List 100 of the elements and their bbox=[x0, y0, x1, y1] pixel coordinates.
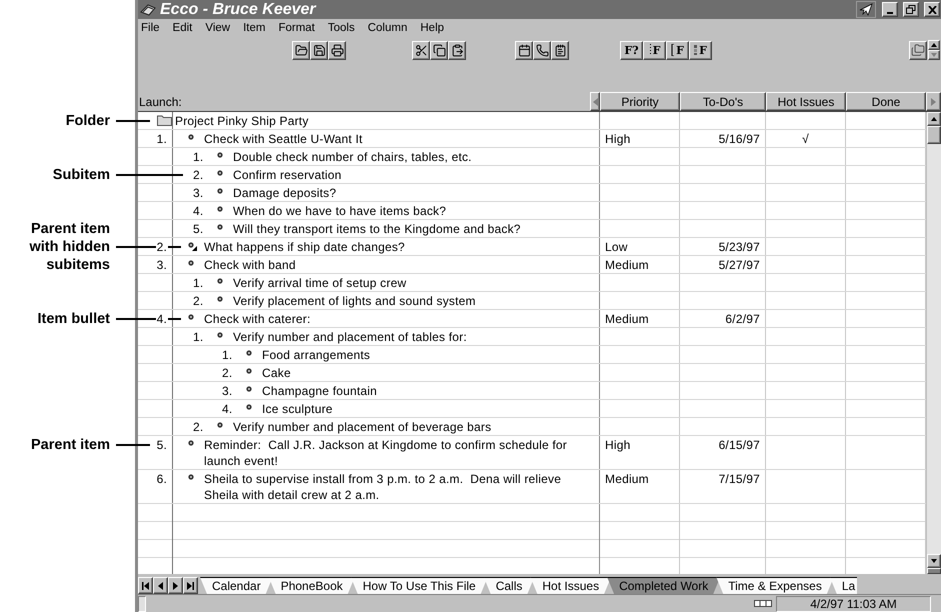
save-icon[interactable] bbox=[310, 40, 328, 60]
filter-button[interactable]: F bbox=[643, 40, 666, 60]
item-number: 1. bbox=[193, 329, 204, 345]
first-tab-button[interactable] bbox=[138, 577, 153, 594]
folders-icon[interactable] bbox=[909, 40, 927, 60]
triangle-up-icon bbox=[931, 117, 937, 121]
callout-label: Parent item bbox=[30, 436, 110, 454]
item-text[interactable]: Champagne fountain bbox=[262, 383, 592, 399]
priority-text: Low bbox=[605, 240, 628, 254]
item-number: 1. bbox=[222, 347, 234, 363]
send-button[interactable] bbox=[856, 1, 876, 18]
printer-icon[interactable] bbox=[328, 40, 346, 60]
triangle-left-icon bbox=[158, 582, 163, 590]
sheet-tab[interactable]: Completed Work bbox=[607, 577, 720, 594]
item-text[interactable]: Confirm reservation bbox=[233, 167, 592, 183]
column-header[interactable]: Priority bbox=[600, 92, 680, 111]
item-text[interactable]: What happens if ship date changes? bbox=[204, 239, 592, 255]
restore-button[interactable] bbox=[903, 2, 919, 17]
scroll-up-button[interactable] bbox=[927, 112, 941, 126]
spin-down-button[interactable] bbox=[928, 50, 940, 60]
menu-item[interactable]: Help bbox=[419, 22, 446, 34]
item-text[interactable]: Check with band bbox=[204, 257, 592, 273]
item-text[interactable]: Reminder: Call J.R. Jackson at Kingdome to confirm schedule for launch event! bbox=[204, 437, 592, 469]
priority-text: High bbox=[605, 438, 630, 452]
close-button[interactable] bbox=[924, 2, 940, 17]
previous-tab-button[interactable] bbox=[153, 577, 168, 594]
sheet-tab[interactable]: Calls bbox=[484, 577, 534, 594]
item-text[interactable]: Ice sculpture bbox=[262, 401, 592, 417]
triangle-up-icon bbox=[931, 43, 937, 47]
sheet-tab[interactable]: PhoneBook bbox=[268, 577, 355, 594]
item-text[interactable]: Sheila to supervise install from 3 p.m. to 2 a.m. Dena will relieve Sheila with detail crew at 2 a.m. bbox=[204, 471, 592, 503]
restore-icon bbox=[906, 5, 916, 14]
item-text[interactable]: When do we have to have items back? bbox=[233, 203, 592, 219]
open-folder-icon[interactable] bbox=[292, 40, 310, 60]
sheet-tab[interactable]: Time & Expenses bbox=[716, 577, 834, 594]
paste-icon[interactable] bbox=[448, 40, 466, 60]
keyboard-icon bbox=[754, 600, 772, 607]
filter-button[interactable]: F bbox=[666, 40, 689, 60]
scroll-thumb[interactable] bbox=[927, 126, 941, 144]
dotted-line-icon bbox=[648, 44, 652, 56]
due-date: 6/2/97 bbox=[725, 312, 760, 326]
menu-item[interactable]: Column bbox=[366, 22, 408, 34]
item-number: 2. bbox=[193, 293, 204, 309]
callout-label: Item bullet bbox=[36, 310, 110, 328]
due-date: 7/15/97 bbox=[718, 472, 760, 486]
item-text[interactable]: Will they transport items to the Kingdome and back? bbox=[233, 221, 592, 237]
menu-item[interactable]: File bbox=[140, 22, 161, 34]
copy-icon[interactable] bbox=[430, 40, 448, 60]
spin-up-button[interactable] bbox=[928, 40, 940, 50]
item-text[interactable]: Double check number of chairs, tables, etc. bbox=[233, 149, 592, 165]
item-number: 4. bbox=[193, 203, 204, 219]
menu-item[interactable]: Format bbox=[277, 22, 316, 34]
last-tab-button[interactable] bbox=[183, 577, 198, 594]
scroll-down-button[interactable] bbox=[927, 554, 941, 568]
sheet-tab[interactable]: How To Use This File bbox=[350, 577, 488, 594]
column-header[interactable]: To-Do's bbox=[680, 92, 766, 111]
priority-text: Medium bbox=[605, 472, 649, 486]
column-header[interactable]: Done bbox=[846, 92, 926, 111]
item-number: 5. bbox=[193, 221, 204, 237]
sheet-tab[interactable]: La bbox=[830, 577, 858, 594]
item-text[interactable]: Verify number and placement of tables for: bbox=[233, 329, 592, 345]
item-text[interactable]: Check with caterer: bbox=[204, 311, 592, 327]
filter-button[interactable]: F? bbox=[620, 40, 643, 60]
split-handle[interactable] bbox=[927, 568, 941, 574]
item-number: 4. bbox=[222, 401, 234, 417]
item-text[interactable]: Cake bbox=[262, 365, 592, 381]
scissors-icon[interactable] bbox=[412, 40, 430, 60]
sheet-tab[interactable]: Hot Issues bbox=[530, 577, 612, 594]
triangle-left-icon bbox=[592, 98, 598, 106]
scroll-right-button[interactable] bbox=[926, 92, 941, 111]
filter-button[interactable]: F bbox=[689, 40, 712, 60]
item-text[interactable]: Damage deposits? bbox=[233, 185, 592, 201]
item-text[interactable]: Verify number and placement of beverage bars bbox=[233, 419, 592, 435]
phone-icon[interactable] bbox=[533, 40, 551, 60]
outline-header: Launch: bbox=[138, 94, 182, 108]
collapsed-bullet-icon[interactable] bbox=[188, 242, 197, 251]
menu-item[interactable]: Tools bbox=[326, 22, 356, 34]
column-header[interactable]: Hot Issues bbox=[766, 92, 846, 111]
stacked-blocks-icon bbox=[694, 44, 698, 56]
item-number: 3. bbox=[222, 383, 234, 399]
notepad-icon[interactable] bbox=[551, 40, 569, 60]
priority-text: Medium bbox=[605, 312, 649, 326]
leader-line bbox=[116, 120, 150, 122]
menu-item[interactable]: Item bbox=[242, 22, 266, 34]
scroll-left-button[interactable] bbox=[590, 92, 600, 111]
sheet-tab[interactable]: Calendar bbox=[200, 577, 273, 594]
item-text[interactable]: Verify placement of lights and sound system bbox=[233, 293, 592, 309]
minimize-button[interactable] bbox=[882, 2, 898, 17]
close-icon bbox=[928, 6, 936, 14]
item-text[interactable]: Food arrangements bbox=[262, 347, 592, 363]
calendar-icon[interactable] bbox=[515, 40, 533, 60]
menu-item[interactable]: View bbox=[204, 22, 232, 34]
menu-item[interactable]: Edit bbox=[172, 22, 194, 34]
item-number: 2. bbox=[193, 419, 204, 435]
item-text[interactable]: Check with Seattle U-Want It bbox=[204, 131, 592, 147]
next-tab-button[interactable] bbox=[168, 577, 183, 594]
triangle-down-icon bbox=[931, 53, 937, 57]
item-text[interactable]: Verify arrival time of setup crew bbox=[233, 275, 592, 291]
due-date: 5/23/97 bbox=[718, 240, 760, 254]
folder-name[interactable]: Project Pinky Ship Party bbox=[173, 113, 309, 129]
